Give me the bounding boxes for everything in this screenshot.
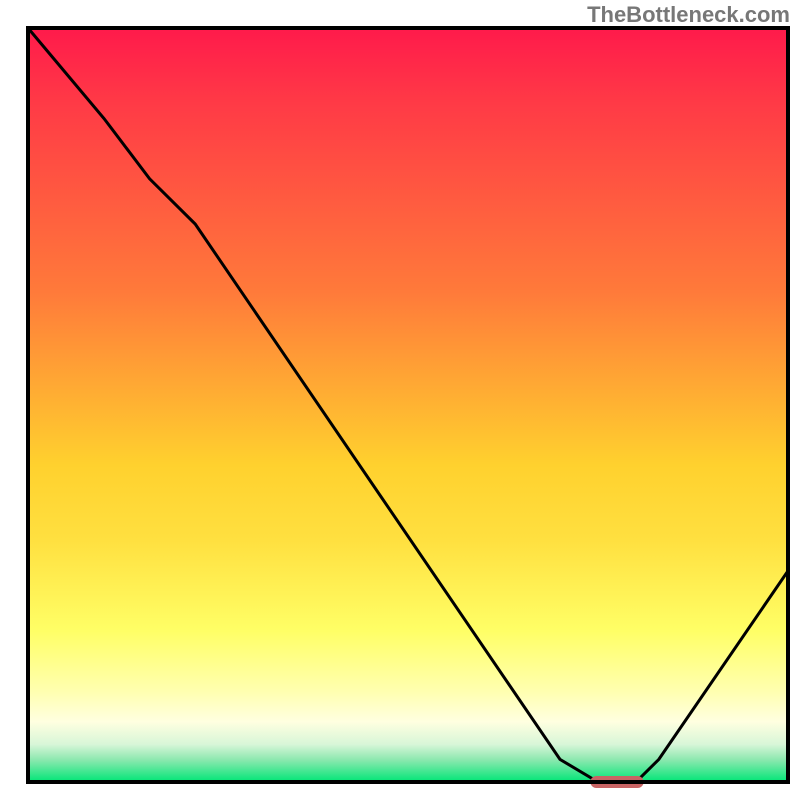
chart-svg [0, 0, 800, 800]
plot-background [28, 28, 788, 782]
chart-container: TheBottleneck.com [0, 0, 800, 800]
